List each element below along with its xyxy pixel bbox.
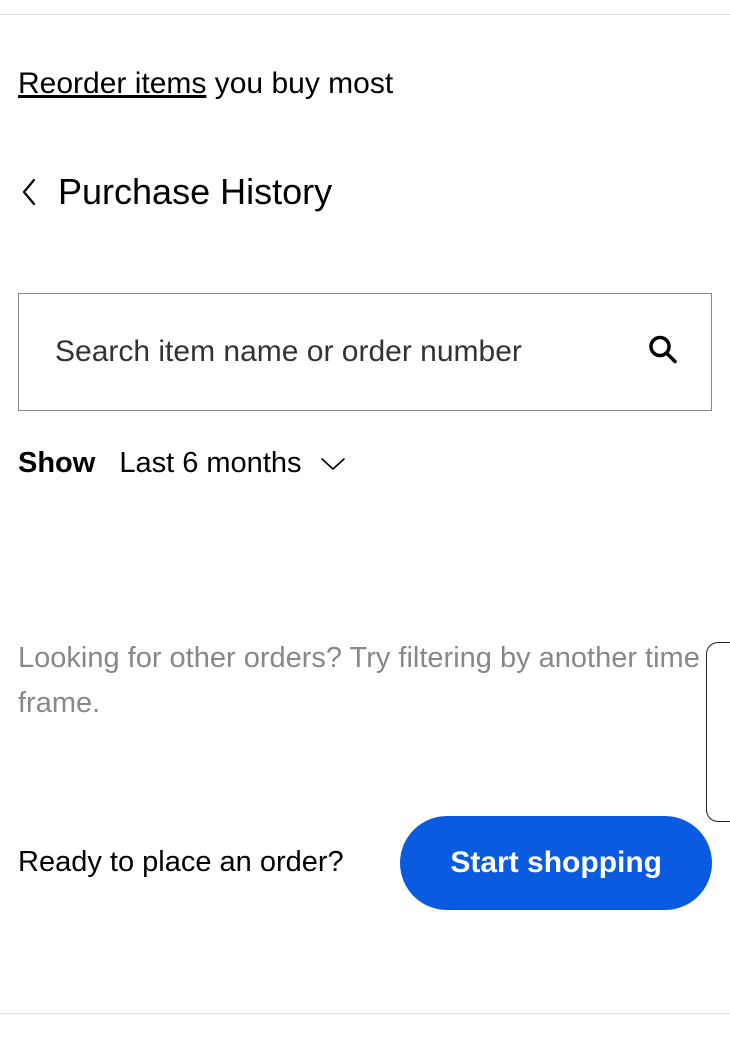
reorder-banner: Reorder items you buy most: [18, 67, 712, 101]
reorder-link[interactable]: Reorder items: [18, 67, 206, 100]
page-header: Purchase History: [18, 171, 712, 213]
back-button[interactable]: [18, 175, 40, 209]
page-title: Purchase History: [58, 171, 332, 213]
filter-label: Show: [18, 447, 95, 480]
time-filter-dropdown[interactable]: Last 6 months: [119, 447, 345, 480]
search-icon: [648, 335, 678, 365]
filter-row: Show Last 6 months: [18, 447, 712, 480]
empty-state-message: Looking for other orders? Try filtering …: [18, 636, 712, 726]
cta-prompt: Ready to place an order?: [18, 846, 344, 879]
cta-row: Ready to place an order? Start shopping: [18, 816, 712, 910]
bottom-divider: [0, 1013, 730, 1014]
reorder-suffix: you buy most: [206, 67, 393, 100]
start-shopping-button[interactable]: Start shopping: [400, 816, 712, 910]
main-content: Reorder items you buy most Purchase Hist…: [0, 67, 730, 910]
chevron-down-icon: [320, 457, 346, 471]
search-submit[interactable]: [648, 335, 678, 370]
feedback-tab[interactable]: [706, 642, 730, 822]
search-container: [18, 293, 712, 411]
chevron-left-icon: [21, 178, 37, 206]
filter-selected-value: Last 6 months: [119, 447, 301, 480]
top-divider: [0, 14, 730, 15]
search-input[interactable]: [18, 293, 712, 411]
